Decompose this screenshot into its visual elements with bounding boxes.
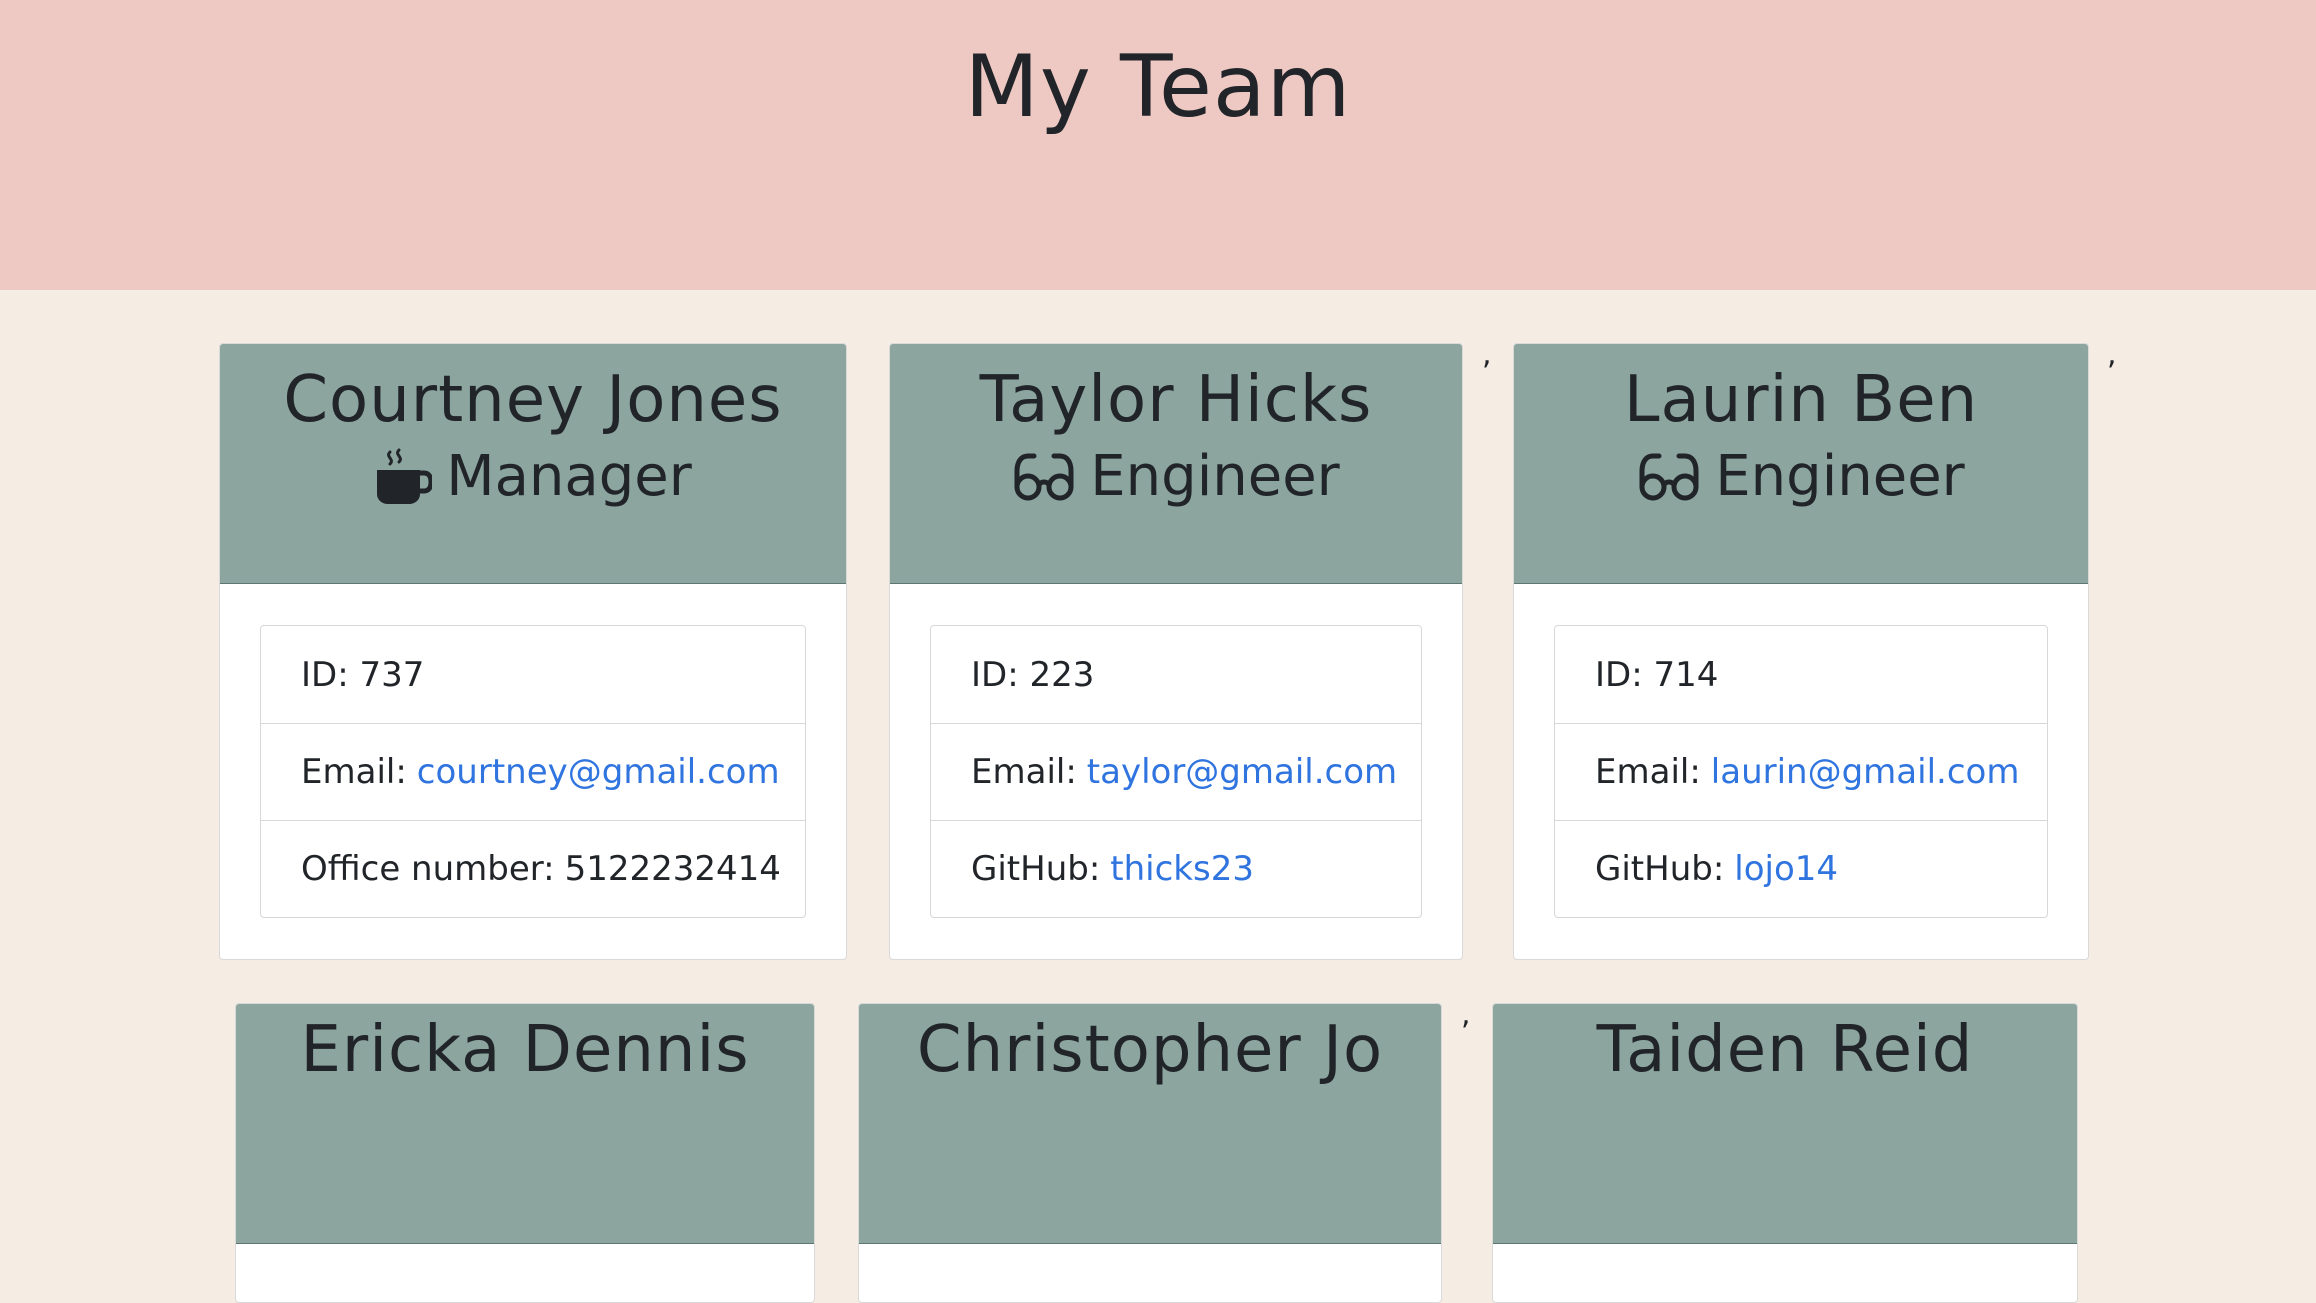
- email-label: Email:: [971, 752, 1077, 792]
- employee-role: Manager: [220, 441, 846, 514]
- github-row: GitHub: thicks23: [931, 820, 1421, 917]
- employee-name: Ericka Dennis: [300, 1013, 750, 1087]
- card-header: Christopher Jo: [859, 1004, 1441, 1244]
- github-link[interactable]: lojo14: [1734, 849, 1838, 889]
- id-row: ID: 737: [301, 654, 425, 695]
- office-number-label: Office number:: [301, 849, 555, 889]
- github-row: GitHub: lojo14: [1555, 820, 2047, 917]
- details-list: ID: 737 Email: courtney@gmail.com Office…: [260, 625, 806, 918]
- page-header: My Team: [0, 0, 2316, 290]
- id-row: ID: 223: [971, 654, 1095, 695]
- email-row: Email: taylor@gmail.com: [931, 723, 1421, 820]
- office-number-value: 5122232414: [564, 849, 781, 889]
- card-header: Taiden Reid: [1493, 1004, 2077, 1244]
- email-row: Email: courtney@gmail.com: [261, 723, 805, 820]
- email-link[interactable]: laurin@gmail.com: [1711, 752, 2020, 792]
- coffee-mug-icon: [374, 448, 434, 506]
- employee-card-engineer: Taylor Hicks Engineer ID: 223 Email: tay…: [889, 343, 1463, 960]
- office-number-row: Office number: 5122232414: [261, 820, 805, 917]
- id-row: ID: 714: [1595, 654, 1719, 695]
- separator-comma: ,: [1461, 997, 1471, 1032]
- email-link[interactable]: taylor@gmail.com: [1087, 752, 1397, 792]
- github-link[interactable]: thicks23: [1110, 849, 1254, 889]
- glasses-icon: [1637, 453, 1701, 501]
- role-label: Manager: [446, 443, 692, 509]
- page-title: My Team: [964, 37, 1352, 137]
- details-list: ID: 714 Email: laurin@gmail.com GitHub: …: [1554, 625, 2048, 918]
- employee-card-partial: Christopher Jo: [858, 1003, 1442, 1303]
- email-row: Email: laurin@gmail.com: [1555, 723, 2047, 820]
- employee-card-manager: Courtney Jones Manager ID: 737 Email: co…: [219, 343, 847, 960]
- separator-comma: ,: [2107, 337, 2117, 372]
- employee-name: Taiden Reid: [1596, 1013, 1974, 1087]
- card-header: Taylor Hicks Engineer: [890, 344, 1462, 584]
- card-header: Ericka Dennis: [236, 1004, 814, 1244]
- details-list: ID: 223 Email: taylor@gmail.com GitHub: …: [930, 625, 1422, 918]
- github-label: GitHub:: [971, 849, 1101, 889]
- employee-card-engineer: Laurin Ben Engineer ID: 714 Email: lauri…: [1513, 343, 2089, 960]
- card-header: Courtney Jones Manager: [220, 344, 846, 584]
- employee-name: Courtney Jones: [283, 363, 783, 437]
- email-label: Email:: [301, 752, 407, 792]
- employee-name: Christopher Jo: [916, 1013, 1384, 1087]
- github-label: GitHub:: [1595, 849, 1725, 889]
- role-label: Engineer: [1090, 443, 1340, 509]
- glasses-icon: [1012, 453, 1076, 501]
- role-label: Engineer: [1715, 443, 1965, 509]
- employee-name: Laurin Ben: [1623, 363, 1979, 437]
- separator-comma: ,: [1482, 337, 1492, 372]
- employee-name: Taylor Hicks: [979, 363, 1373, 437]
- employee-card-partial: Ericka Dennis: [235, 1003, 815, 1303]
- email-label: Email:: [1595, 752, 1701, 792]
- employee-card-partial: Taiden Reid: [1492, 1003, 2078, 1303]
- card-header: Laurin Ben Engineer: [1514, 344, 2088, 584]
- email-link[interactable]: courtney@gmail.com: [417, 752, 780, 792]
- employee-role: Engineer: [1514, 441, 2088, 514]
- employee-role: Engineer: [890, 441, 1462, 514]
